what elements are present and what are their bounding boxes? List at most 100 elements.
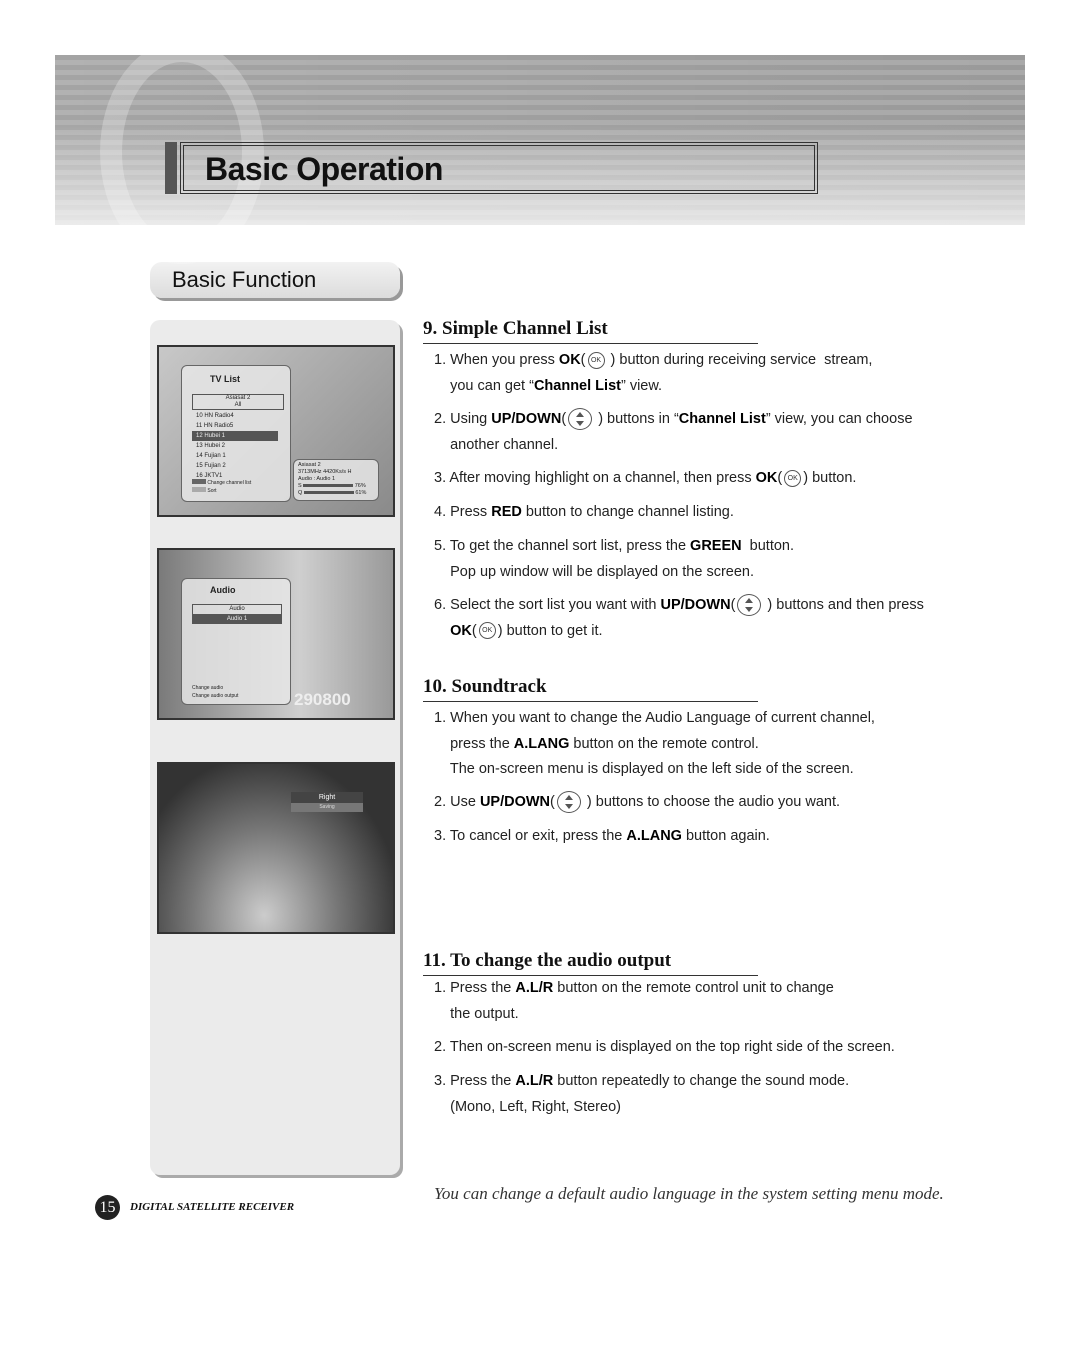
step-text: ( [561, 411, 567, 427]
instruction-step: 2. Using UP/DOWN( ) buttons in “Channel … [434, 407, 913, 458]
title-accent-bar [165, 142, 177, 194]
group-name: All [234, 402, 242, 408]
step-text: press the [434, 735, 514, 752]
step-text: 3. After moving highlight on a channel, … [434, 470, 756, 486]
channel-item: 13 Hubei 2 [196, 443, 226, 449]
step-text: (Mono, Left, Right, Stereo) [434, 1098, 621, 1115]
step-text: The on-screen menu is displayed on the l… [434, 761, 854, 777]
section-heading: 9. Simple Channel List [423, 318, 758, 344]
step-text: you can get “ [434, 377, 534, 394]
instruction-step: 2. Then on-screen menu is displayed on t… [434, 1035, 895, 1061]
section-heading: 11. To change the audio output [423, 950, 758, 976]
page-title-box: Basic Operation [180, 142, 818, 194]
channel-item: 10 HN Radio4 [196, 413, 234, 419]
step-text: ( [471, 622, 477, 639]
step-text: 6. Select the sort list you want with [434, 597, 661, 613]
output-status: Saving [291, 803, 363, 812]
legend-change-audio: Change audio [192, 685, 224, 691]
ok-button-icon: OK [587, 351, 605, 369]
button-name: UP/DOWN [491, 411, 562, 427]
step-text: ” view. [620, 377, 663, 394]
manual-page: Basic Operation Basic Function TV List A… [0, 0, 1080, 1363]
instruction-step: 6. Select the sort list you want with UP… [434, 593, 924, 644]
instruction-step: 3. Press the A.L/R button repeatedly to … [434, 1069, 849, 1120]
satellite-name: Asiasat 2 [225, 395, 251, 401]
step-text: ( [550, 794, 555, 810]
step-text: ” view, you can choose [765, 411, 913, 427]
step-text: ) buttons and then press [763, 597, 924, 613]
page-title: Basic Operation [205, 151, 443, 187]
output-mode: Right [291, 792, 363, 803]
step-text: ) buttons in “ [594, 411, 679, 427]
step-text: 1. Press the [434, 980, 516, 996]
button-name: Channel List [533, 377, 621, 394]
audio-screenshot: Audio Audio Audio 1 Change audio Change … [157, 548, 395, 720]
legend-green: Sort [192, 487, 251, 495]
button-name: A.LANG [626, 828, 682, 844]
step-text: the output. [434, 1005, 519, 1022]
section-heading: 10. Soundtrack [423, 676, 758, 702]
channel-list: 10 HN Radio4 11 HN Radio5 12 Hubei 1 13 Hub… [192, 411, 278, 481]
legend-red: Change channel list [192, 479, 251, 487]
button-name: RED [491, 504, 522, 520]
button-name: A.L/R [515, 1073, 554, 1089]
button-name: OK [558, 352, 581, 368]
step-text: ( [730, 597, 736, 613]
up-down-button-icon [568, 408, 593, 431]
button-name: OK [755, 470, 778, 486]
channel-item: 15 Fujian 2 [196, 463, 226, 469]
step-text: button repeatedly to change the sound mo… [553, 1073, 850, 1089]
step-text: 3. To cancel or exit, press the [434, 828, 627, 844]
section-tab: Basic Function [150, 262, 400, 298]
step-text: ) buttons to choose the audio you want. [582, 794, 841, 810]
page-number: 15 [95, 1195, 120, 1220]
step-text [434, 623, 450, 639]
audio-output-screenshot: Right Saving [157, 762, 395, 934]
legend-change-output: Change audio output [192, 693, 239, 699]
step-text: 2. Use [434, 794, 480, 810]
osd-title: TV List [210, 374, 241, 384]
step-text: 2. Using [434, 411, 492, 427]
signal-info-osd: Asiasat 2 3713MHz 4420Ks/s H Audio : Audio… [293, 459, 379, 501]
audio-osd: Audio Audio Audio 1 Change audio Change … [181, 578, 291, 705]
step-text: ) button during receiving service stream… [606, 352, 873, 368]
step-text: button again. [681, 828, 770, 844]
step-text: ) button to get it. [497, 622, 603, 639]
section-title: Basic Function [172, 267, 317, 292]
button-name: GREEN [690, 538, 742, 554]
instruction-step: 1. When you press OK(OK ) button during … [434, 348, 872, 399]
footer-product: DIGITAL SATELLITE RECEIVER [130, 1201, 295, 1213]
step-text: 1. When you press [434, 352, 559, 368]
channel-item: 14 Fujian 1 [196, 453, 226, 459]
instruction-step: 4. Press RED button to change channel li… [434, 500, 734, 526]
osd-title: Audio [210, 585, 236, 595]
step-text: button to change channel listing. [521, 504, 734, 520]
output-osd: Right Saving [291, 792, 363, 812]
ok-button-icon: OK [478, 622, 496, 640]
button-name: A.LANG [513, 735, 570, 752]
step-text: ( [580, 352, 586, 368]
step-text: 4. Press [434, 504, 492, 520]
channel-item: 11 HN Radio5 [196, 423, 234, 429]
instruction-step: 3. After moving highlight on a channel, … [434, 466, 856, 492]
background-number: 290800 [294, 690, 351, 709]
instruction-step: 5. To get the channel sort list, press t… [434, 534, 794, 585]
button-name: A.L/R [515, 980, 554, 996]
step-text: button. [741, 538, 795, 554]
audio-header: Audio [192, 604, 282, 615]
step-text: ( [777, 470, 783, 486]
step-text: 5. To get the channel sort list, press t… [434, 538, 691, 554]
button-name: Channel List [678, 411, 766, 427]
instruction-step: 2. Use UP/DOWN( ) buttons to choose the … [434, 790, 840, 816]
ok-button-icon: OK [784, 469, 802, 487]
step-text: 2. Then on-screen menu is displayed on t… [434, 1039, 895, 1055]
tv-list-screenshot: TV List Asiasat 2 All 10 HN Radio4 11 HN … [157, 345, 395, 517]
up-down-button-icon [556, 791, 581, 814]
up-down-button-icon [737, 594, 762, 617]
step-text: 1. When you want to change the Audio Lan… [434, 710, 875, 726]
step-text: another channel. [434, 436, 559, 453]
instruction-step: 3. To cancel or exit, press the A.LANG b… [434, 824, 770, 850]
button-name: UP/DOWN [479, 794, 551, 810]
button-name: OK [450, 622, 472, 639]
step-text: Pop up window will be displayed on the s… [434, 563, 754, 580]
